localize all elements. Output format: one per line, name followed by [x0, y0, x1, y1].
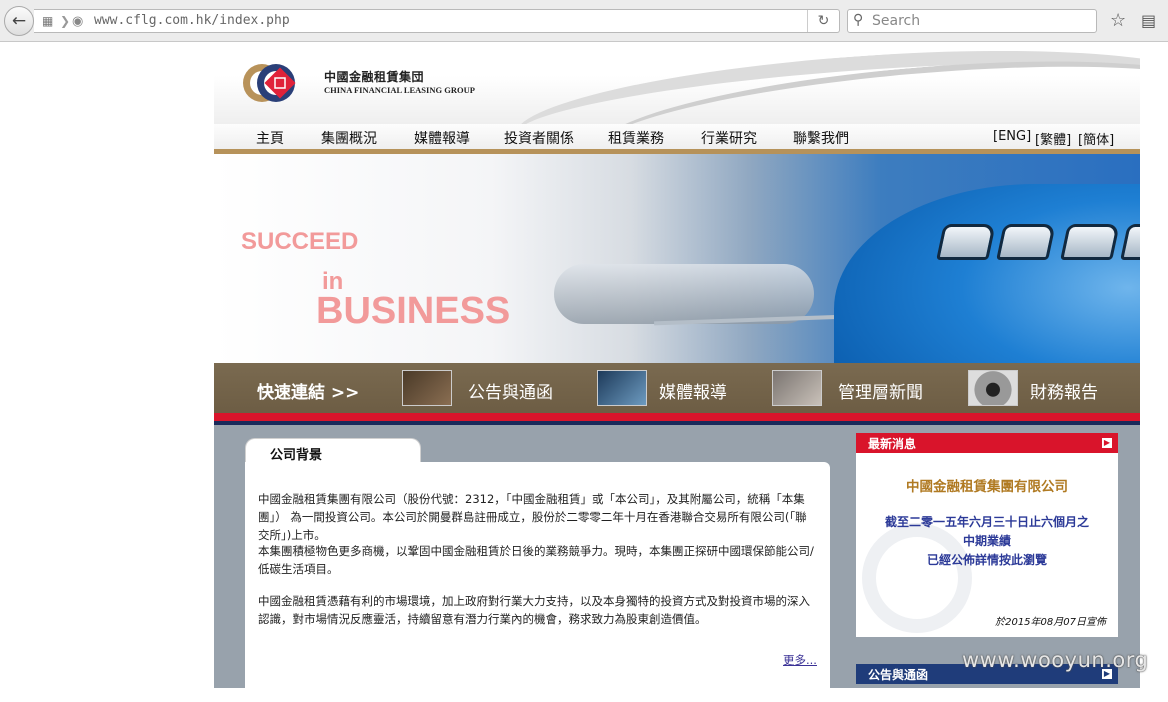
lang-traditional[interactable]: [繁體]: [1035, 129, 1071, 148]
financial-reports-thumbnail: [968, 370, 1018, 406]
news-date: 於2015年08月07日宣佈: [995, 617, 1106, 628]
banner-slogan-succeed: SUCCEED: [241, 228, 359, 255]
banner-slogan-business: BUSINESS: [316, 290, 511, 332]
identity-icon[interactable]: ▦: [42, 14, 53, 28]
chevron-right-icon: ❯: [60, 14, 71, 28]
company-name-cn: 中國金融租賃集団: [324, 70, 425, 84]
background-paragraph-2: 本集團積極物色更多商機，以鞏固中國金融租賃於日後的業務競爭力。現時，本集團正探研…: [258, 544, 814, 576]
nav-media[interactable]: 媒體報導: [414, 128, 470, 148]
search-box[interactable]: ⚲: [847, 9, 1097, 33]
lang-simplified[interactable]: [簡体]: [1078, 129, 1114, 148]
back-arrow-icon: ←: [11, 11, 27, 31]
url-text[interactable]: www.cflg.com.hk/index.php: [94, 13, 290, 28]
nav-investor-relations[interactable]: 投資者關係: [504, 128, 574, 148]
quick-links-bar: 快速連結 >> 公告與通函 媒體報導 管理層新聞 財務報告: [214, 363, 1140, 413]
nav-leasing[interactable]: 租賃業務: [608, 128, 664, 148]
address-bar[interactable]: ▦ ❯ ◉ www.cflg.com.hk/index.php ↻: [34, 9, 840, 33]
latest-news-header: 最新消息 ▶: [856, 433, 1118, 453]
news-company: 中國金融租賃集團有限公司: [906, 479, 1068, 495]
news-more-icon[interactable]: ▶: [1102, 438, 1112, 448]
main-nav: 主頁 集團概況 媒體報導 投資者關係 租賃業務 行業研究 聯繫我們 [ENG] …: [214, 124, 1140, 149]
hero-banner: SUCCEED in BUSINESS: [214, 154, 1140, 363]
reload-icon[interactable]: ↻: [807, 10, 839, 32]
browser-toolbar: ← ▦ ❯ ◉ www.cflg.com.hk/index.php ↻ ⚲ ☆ …: [0, 0, 1168, 42]
lang-english[interactable]: [ENG]: [993, 129, 1031, 144]
nav-group-overview[interactable]: 集團概況: [321, 128, 377, 148]
background-paragraph-1: 中國金融租賃集團有限公司（股份代號：2312，「中國金融租賃」或「本公司」，及其…: [258, 492, 807, 542]
search-icon: ⚲: [853, 12, 864, 28]
reading-list-icon[interactable]: ▤: [1141, 11, 1156, 30]
bookmark-star-icon[interactable]: ☆: [1110, 10, 1126, 31]
media-thumbnail: [597, 370, 647, 406]
company-name-en: CHINA FINANCIAL LEASING GROUP: [324, 85, 475, 95]
nav-contact[interactable]: 聯繫我們: [793, 128, 849, 148]
red-divider: [214, 413, 1140, 421]
wooyun-watermark: www.wooyun.org: [962, 648, 1149, 672]
back-button[interactable]: ←: [4, 6, 34, 36]
news-line-1: 截至二零一五年六月三十日止六個月之: [884, 515, 1089, 529]
site-header: 中國金融租賃集団 CHINA FINANCIAL LEASING GROUP: [214, 42, 1140, 126]
banner-cockpit: [934, 218, 1140, 274]
background-paragraph-3: 中國金融租賃憑藉有利的市場環境，加上政府對行業大力支持，以及本身獨特的投資方式及…: [258, 594, 810, 626]
management-news-thumbnail: [772, 370, 822, 406]
news-line-2: 中期業績: [962, 534, 1011, 548]
latest-news-box[interactable]: 中國金融租賃集團有限公司 截至二零一五年六月三十日止六個月之 中期業績 已經公佈…: [856, 453, 1118, 637]
search-input[interactable]: [872, 12, 1092, 30]
quick-links-title: 快速連結 >>: [257, 383, 360, 403]
nav-research[interactable]: 行業研究: [701, 128, 757, 148]
nav-home[interactable]: 主頁: [256, 128, 284, 148]
website: 中國金融租賃集団 CHINA FINANCIAL LEASING GROUP 主…: [214, 42, 1140, 702]
company-background-panel: 中國金融租賃集團有限公司（股份代號：2312，「中國金融租賃」或「本公司」，及其…: [245, 462, 830, 702]
banner-jet-engine: [554, 264, 814, 324]
company-logo[interactable]: [242, 58, 296, 108]
more-link[interactable]: 更多...: [783, 652, 817, 668]
news-line-3[interactable]: 已經公佈詳情按此瀏覽: [856, 551, 1118, 568]
announcements-thumbnail: [402, 370, 452, 406]
globe-icon: ◉: [72, 14, 84, 29]
